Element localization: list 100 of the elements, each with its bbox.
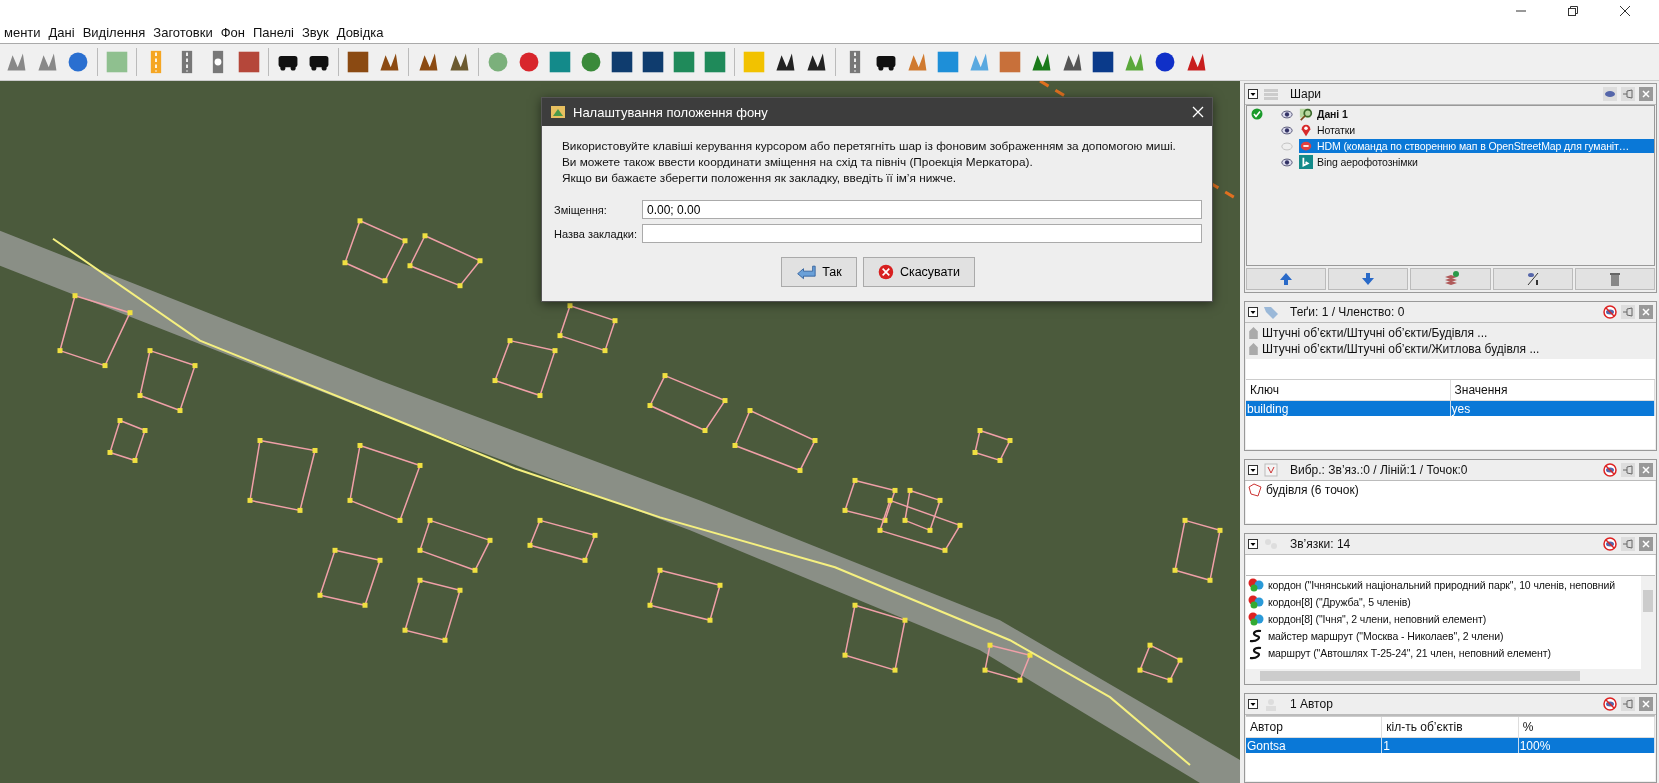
dialog-message: Якщо ви бажаєте зберегти положення як закладку, введіть її ім’я нижче. xyxy=(562,170,957,186)
table-row[interactable]: building yes xyxy=(1246,401,1655,416)
table-cell: yes xyxy=(1450,401,1655,416)
input-field[interactable]: 0.00; 0.00 xyxy=(642,200,1202,219)
cancel-button[interactable]: Скасувати xyxy=(863,257,975,287)
collapse-button[interactable] xyxy=(1248,89,1258,99)
table-row[interactable]: Gontsa 1 100% xyxy=(1246,738,1655,753)
visible-eye-icon[interactable] xyxy=(1281,157,1293,167)
relation-item[interactable]: кордон ("Ічнянський національний природний парк", 10 членів, неповний xyxy=(1268,578,1616,591)
menu-item[interactable]: Звук xyxy=(298,25,333,40)
layer-name: Дані 1 xyxy=(1317,108,1348,120)
building-outline xyxy=(492,338,558,399)
pin-button[interactable] xyxy=(1621,697,1635,711)
panel-title: Зв’язки: 14 xyxy=(1290,537,1352,551)
close-panel-button[interactable] xyxy=(1639,697,1653,711)
menu-item[interactable]: Виділення xyxy=(78,25,150,40)
hidden-eye-button[interactable] xyxy=(1603,537,1617,551)
panel-title: Шари xyxy=(1290,87,1323,101)
move-up-button[interactable] xyxy=(1246,268,1327,290)
hidden-eye-button[interactable] xyxy=(1603,697,1617,711)
layer-name: Нотатки xyxy=(1317,124,1356,136)
restore-icon[interactable] xyxy=(1567,5,1579,17)
panel-title: Теґи: 1 / Членство: 0 xyxy=(1290,305,1406,319)
hidden-eye-button[interactable] xyxy=(1603,463,1617,477)
layer-item[interactable]: Нотатки xyxy=(1299,123,1654,137)
preset-link[interactable]: Штучні об’єкти/Штучні об’єкти/Будівля ... xyxy=(1262,326,1488,340)
layer-name: HDM (команда по створенню мап в OpenStreetMap для гуманіт… xyxy=(1317,140,1630,152)
boundary-relation-icon xyxy=(1248,611,1264,626)
pin-button[interactable] xyxy=(1621,463,1635,477)
close-panel-button[interactable] xyxy=(1639,305,1653,319)
boundary-relation-icon xyxy=(1248,594,1264,609)
building-outline xyxy=(842,602,908,673)
building-outline xyxy=(317,547,383,608)
collapse-button[interactable] xyxy=(1248,699,1258,709)
menu-item[interactable]: Фон xyxy=(216,25,249,40)
panel-title: 1 Автор xyxy=(1290,697,1334,711)
pin-button[interactable] xyxy=(1621,87,1635,101)
menu-item[interactable]: менти xyxy=(0,25,45,40)
preset-link[interactable]: Штучні об’єкти/Штучні об’єкти/Житлова будівля ... xyxy=(1262,342,1540,356)
column-header[interactable]: Ключ xyxy=(1246,380,1451,400)
dialog-message: Використовуйте клавіші керування курсором або перетягніть шар із фоновим зображенням за допомогою миші. xyxy=(562,138,1177,154)
column-header[interactable]: % xyxy=(1518,717,1655,737)
building-way-icon xyxy=(1248,482,1262,497)
close-panel-button[interactable] xyxy=(1639,87,1653,101)
layer-item[interactable]: Дані 1 xyxy=(1299,107,1654,121)
relation-item[interactable]: майстер маршрут ("Москва - Николаев", 2 члени) xyxy=(1268,629,1504,642)
route-relation-icon xyxy=(1248,645,1264,660)
pin-button[interactable] xyxy=(1621,305,1635,319)
toggle-visibility-button[interactable] xyxy=(1492,268,1573,290)
visible-eye-icon[interactable] xyxy=(1281,125,1293,135)
map-icon xyxy=(550,104,566,120)
column-header[interactable]: Значення xyxy=(1450,380,1655,400)
menu-item[interactable]: Дані xyxy=(44,25,79,40)
menu-item[interactable]: Панелі xyxy=(249,25,298,40)
column-header[interactable]: кіл-ть об’єктів xyxy=(1382,717,1519,737)
merge-layers-button[interactable] xyxy=(1410,268,1491,290)
filter-field[interactable] xyxy=(1246,555,1655,576)
ok-button[interactable]: Так xyxy=(781,257,857,287)
collapse-button[interactable] xyxy=(1248,465,1258,475)
building-outline xyxy=(402,577,463,643)
relation-item[interactable]: кордон[8] ("Дружба", 5 членів) xyxy=(1268,595,1411,608)
visible-eye-icon[interactable] xyxy=(1281,109,1293,119)
eye-button[interactable] xyxy=(1603,87,1617,101)
dialog-message: Ви можете також ввести координати зміщення на схід та північ (Проекція Меркатора). xyxy=(562,154,1034,170)
close-icon[interactable] xyxy=(1619,5,1631,17)
return-arrow-icon xyxy=(796,263,817,281)
table-cell: building xyxy=(1246,401,1451,416)
field-label: Зміщення: xyxy=(554,203,608,216)
move-down-button[interactable] xyxy=(1328,268,1409,290)
table-cell: Gontsa xyxy=(1246,738,1383,753)
column-header[interactable]: Автор xyxy=(1246,717,1383,737)
dialog-title: Налаштування положення фону xyxy=(573,104,768,120)
pin-marker-icon xyxy=(1299,123,1313,137)
menu-item[interactable]: Довідка xyxy=(332,25,388,40)
close-panel-button[interactable] xyxy=(1639,463,1653,477)
close-panel-button[interactable] xyxy=(1639,537,1653,551)
relation-item[interactable]: маршрут ("Автошлях Т-25-24", 21 член, неповний елемент) xyxy=(1268,646,1551,659)
house-icon xyxy=(1249,343,1258,355)
layer-item[interactable]: Bing аерофотознімки xyxy=(1299,155,1654,169)
magnifier-map-icon xyxy=(1299,107,1313,121)
house-icon xyxy=(1249,327,1258,339)
collapse-button[interactable] xyxy=(1248,539,1258,549)
down-arrow-icon xyxy=(1360,271,1377,287)
building-outline xyxy=(557,303,618,354)
relation-item[interactable]: кордон[8] ("Ічня", 2 члени, неповний елемент) xyxy=(1268,612,1487,625)
cancel-icon xyxy=(878,263,894,281)
vertical-scrollbar[interactable] xyxy=(1641,576,1655,669)
menu-item[interactable]: Заготовки xyxy=(149,25,217,40)
delete-button[interactable] xyxy=(1574,268,1655,290)
building-outline xyxy=(137,348,198,414)
building-outline xyxy=(982,642,1033,683)
building-outline xyxy=(107,418,148,463)
collapse-button[interactable] xyxy=(1248,307,1258,317)
table-cell: 1 xyxy=(1382,738,1519,753)
pin-button[interactable] xyxy=(1621,537,1635,551)
hidden-eye-button[interactable] xyxy=(1603,305,1617,319)
layer-item[interactable]: HDM (команда по створенню мап в OpenStreetMap для гуманіт… xyxy=(1299,139,1654,153)
boundary-relation-icon xyxy=(1248,577,1264,592)
up-arrow-icon xyxy=(1278,271,1295,287)
input-field[interactable] xyxy=(642,224,1202,243)
